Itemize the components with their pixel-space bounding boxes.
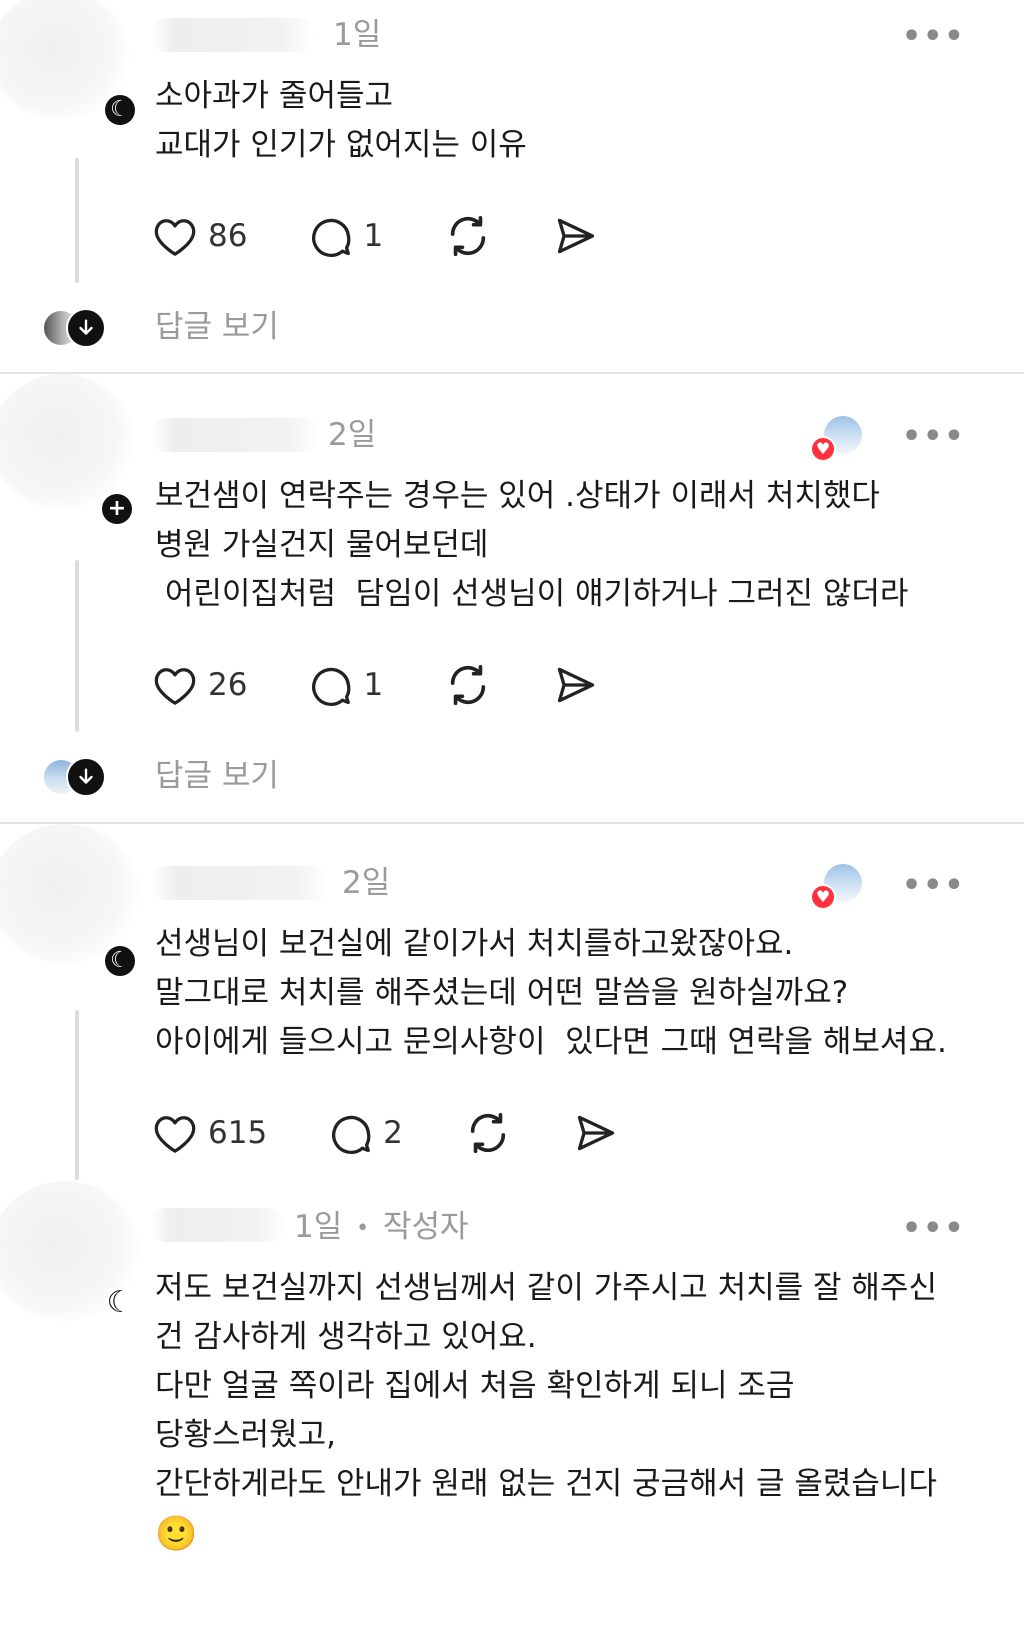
moon-badge-icon: ☾ xyxy=(105,95,135,125)
meta-separator: • xyxy=(356,1215,370,1241)
comment-button[interactable]: 1 xyxy=(309,660,383,710)
repost-button[interactable] xyxy=(445,211,491,261)
post-4: ☾ 1일 • 작성자 ••• 저도 보건실까지 선생님께서 같이 가주시고 처치… xyxy=(0,1181,1024,1633)
post-text: 소아과가 줄어들고교대가 인기가 없어지는 이유 xyxy=(155,72,527,170)
action-bar: 26 1 xyxy=(152,660,599,710)
arrow-down-icon xyxy=(66,308,106,348)
author-avatar[interactable] xyxy=(0,374,135,509)
comment-count: 2 xyxy=(383,1114,403,1151)
comment-button[interactable]: 1 xyxy=(309,211,383,261)
repost-icon xyxy=(451,215,486,257)
like-count: 615 xyxy=(208,1114,268,1151)
post-time-meta: 1일 • 작성자 xyxy=(294,1212,469,1243)
thread-line xyxy=(75,1010,79,1180)
more-icon[interactable]: ••• xyxy=(902,422,966,452)
like-button[interactable]: 26 xyxy=(152,660,247,710)
post-text-line: 다만 얼굴 쪽이라 집에서 처음 확인하게 되니 조금 xyxy=(155,1368,795,1404)
author-name[interactable] xyxy=(150,418,320,452)
post-time: 2일 xyxy=(342,865,391,901)
like-count: 86 xyxy=(208,217,248,254)
more-icon[interactable]: ••• xyxy=(902,871,966,901)
more-icon[interactable]: ••• xyxy=(902,1214,966,1244)
post-text-line: 간단하게라도 안내가 원래 없는 건지 궁금해서 글 올렸습니다 xyxy=(155,1466,937,1502)
heart-icon xyxy=(154,668,196,705)
post-text-line: 소아과가 줄어들고 xyxy=(155,78,394,114)
like-button[interactable]: 86 xyxy=(152,211,247,261)
post-text-line: 병원 가실건지 물어보던데 xyxy=(155,527,489,563)
post-1: ☾ 1일 ••• 소아과가 줄어들고교대가 인기가 없어지는 이유 86 1 답… xyxy=(0,0,1024,372)
repost-button[interactable] xyxy=(445,660,491,710)
like-button[interactable]: 615 xyxy=(152,1108,267,1158)
arrow-down-icon xyxy=(66,757,106,797)
heart-icon xyxy=(154,1116,196,1153)
comment-icon xyxy=(332,1115,371,1154)
author-name[interactable] xyxy=(150,866,330,900)
post-text-line: 저도 보건실까지 선생님께서 같이 가주시고 처치를 잘 해주신 xyxy=(155,1270,937,1306)
post-text: 보건샘이 연락주는 경우는 있어 .상태가 이래서 처치했다병원 가실건지 물어… xyxy=(155,472,908,619)
post-text-line: 당황스러웠고, xyxy=(155,1417,336,1453)
share-icon xyxy=(558,667,595,703)
replies-avatars[interactable] xyxy=(42,755,106,799)
comment-icon xyxy=(312,218,351,257)
replies-avatars[interactable] xyxy=(42,306,106,350)
post-2: + 2일 ♥ ••• 보건샘이 연락주는 경우는 있어 .상태가 이래서 처치했… xyxy=(0,374,1024,822)
author-avatar[interactable] xyxy=(0,824,140,964)
post-text-line: 보건샘이 연락주는 경우는 있어 .상태가 이래서 처치했다 xyxy=(155,478,880,514)
author-name[interactable] xyxy=(150,18,315,52)
moon-badge-icon: ☾ xyxy=(105,1285,135,1320)
heart-icon: ♥ xyxy=(810,436,836,462)
author-name[interactable] xyxy=(150,1208,285,1242)
comment-icon xyxy=(312,667,351,706)
moon-badge-icon: ☾ xyxy=(105,946,135,976)
author-tag: 작성자 xyxy=(382,1209,469,1245)
share-button[interactable] xyxy=(553,211,599,261)
post-text-line: 말그대로 처치를 해주셨는데 어떤 말씀을 원하실까요? xyxy=(155,975,849,1011)
view-replies-link[interactable]: 답글 보기 xyxy=(155,312,279,343)
repost-icon xyxy=(451,664,486,706)
post-text-line: 교대가 인기가 없어지는 이유 xyxy=(155,127,527,163)
post-text: 선생님이 보건실에 같이가서 처치를하고왔잖아요. 말그대로 처치를 해주셨는데 … xyxy=(155,920,947,1067)
plus-badge-icon: + xyxy=(102,494,132,524)
share-icon xyxy=(577,1115,615,1151)
comment-button[interactable]: 2 xyxy=(329,1108,403,1158)
share-icon xyxy=(558,218,595,254)
smile-emoji-icon: 🙂 xyxy=(155,1514,198,1554)
post-time: 1일 xyxy=(294,1209,343,1245)
post-text-line: 건 감사하게 생각하고 있어요. xyxy=(155,1319,537,1355)
repost-button[interactable] xyxy=(465,1108,511,1158)
comment-count: 1 xyxy=(363,666,384,703)
post-time: 2일 xyxy=(328,417,377,453)
heart-icon: ♥ xyxy=(810,884,836,910)
share-button[interactable] xyxy=(573,1108,619,1158)
post-text-line: 아이에게 들으시고 문의사항이 있다면 그때 연락을 해보셔요. xyxy=(155,1024,947,1060)
post-text-line: 선생님이 보건실에 같이가서 처치를하고왔잖아요. xyxy=(155,926,794,962)
view-replies-link[interactable]: 답글 보기 xyxy=(155,761,279,792)
post-3: ☾ 2일 ♥ ••• 선생님이 보건실에 같이가서 처치를하고왔잖아요. 말그대로… xyxy=(0,824,1024,1186)
action-bar: 86 1 xyxy=(152,211,599,261)
like-count: 26 xyxy=(208,666,248,703)
repost-icon xyxy=(470,1112,506,1154)
share-button[interactable] xyxy=(553,660,599,710)
action-bar: 615 2 xyxy=(152,1108,619,1158)
post-text-line: 어린이집처럼 담임이 선생님이 얘기하거나 그러진 않더라 xyxy=(155,576,909,612)
heart-icon xyxy=(154,219,196,256)
more-icon[interactable]: ••• xyxy=(902,22,966,52)
comment-count: 1 xyxy=(363,217,384,254)
thread-line xyxy=(75,560,79,732)
post-time: 1일 xyxy=(333,17,382,53)
thread-line xyxy=(75,158,79,283)
post-text: 저도 보건실까지 선생님께서 같이 가주시고 처치를 잘 해주신건 감사하게 생… xyxy=(155,1264,937,1551)
